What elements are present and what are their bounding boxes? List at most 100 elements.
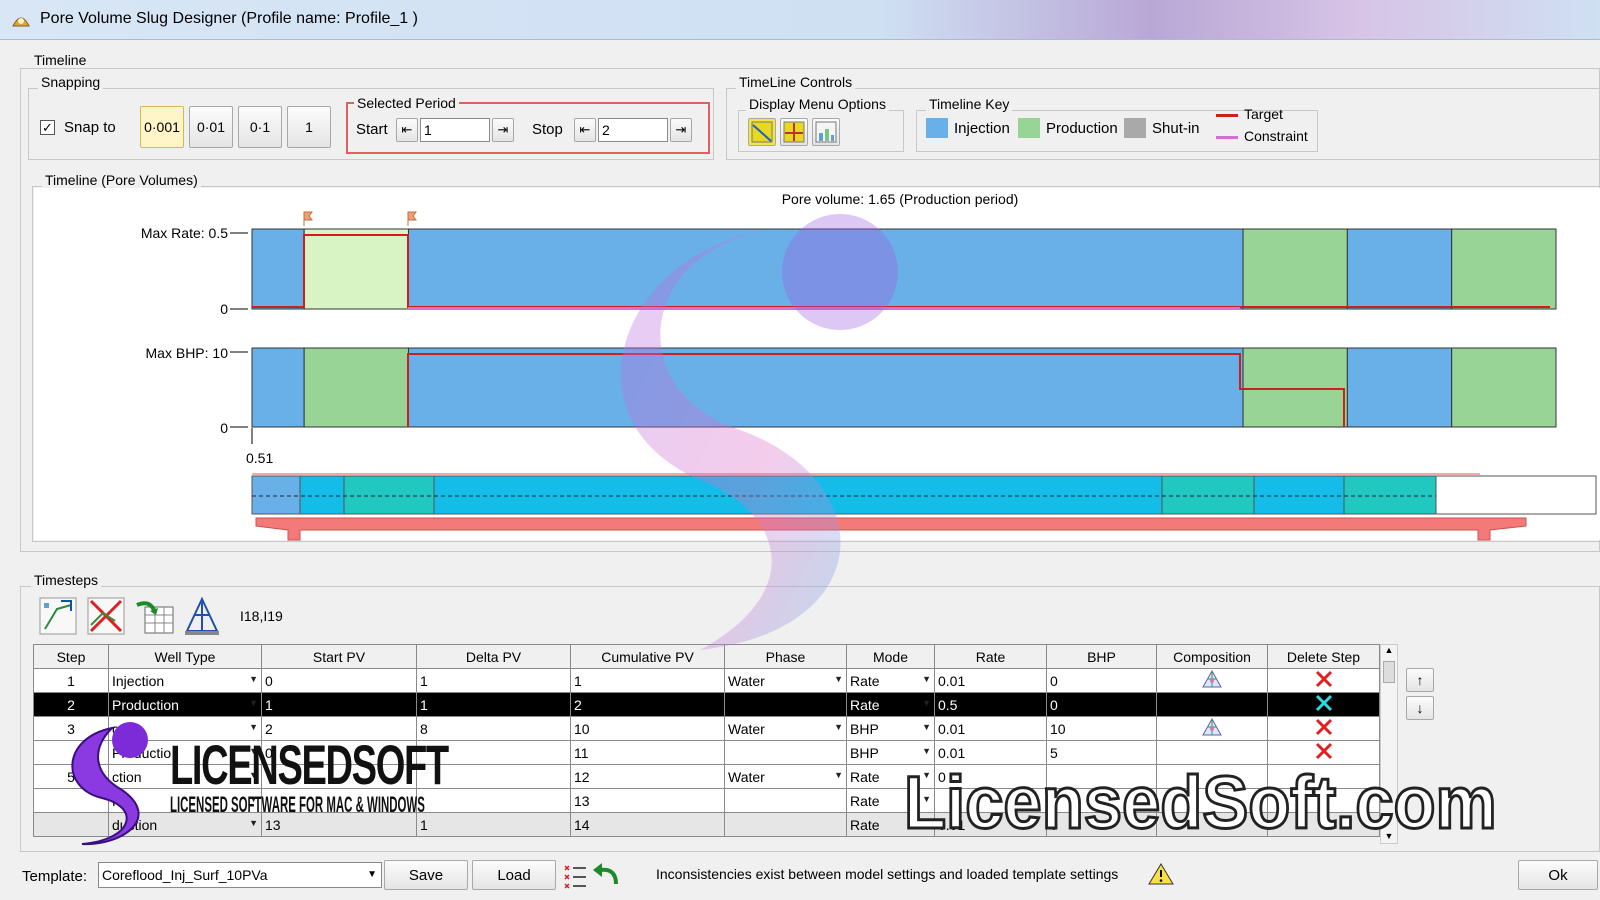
save-button[interactable]: Save xyxy=(384,860,468,890)
delete-step-cell[interactable] xyxy=(1267,740,1380,765)
table-row[interactable]: Productio0 11 BHP0.015 xyxy=(33,740,1380,765)
col-bhp[interactable]: BHP xyxy=(1046,644,1157,669)
col-rate[interactable]: Rate xyxy=(934,644,1047,669)
delete-x-icon[interactable] xyxy=(1314,718,1334,736)
mode-cell[interactable]: BHP xyxy=(846,740,935,765)
timeline-chart[interactable] xyxy=(0,0,1600,560)
mode-cell[interactable]: Rate xyxy=(846,788,935,813)
delta-pv-cell[interactable]: 1 xyxy=(416,812,571,837)
col-step[interactable]: Step xyxy=(33,644,109,669)
delete-steps-button[interactable] xyxy=(84,594,126,636)
start-pv-cell[interactable]: 1 xyxy=(261,692,417,717)
rate-segment[interactable] xyxy=(251,228,305,310)
delta-pv-cell[interactable]: 1 xyxy=(416,692,571,717)
well-type-cell[interactable]: Pro xyxy=(108,788,262,813)
col-composition[interactable]: Composition xyxy=(1156,644,1268,669)
well-type-cell[interactable]: Productio xyxy=(108,740,262,765)
col-mode[interactable]: Mode xyxy=(846,644,935,669)
rate-cell[interactable]: 0.01 xyxy=(934,812,1047,837)
bhp-segment[interactable] xyxy=(1242,347,1348,428)
bhp-segment[interactable] xyxy=(251,347,305,428)
composition-cell[interactable] xyxy=(1156,716,1268,741)
well-type-cell[interactable]: Injection xyxy=(108,668,262,693)
phase-cell[interactable]: Water xyxy=(724,668,847,693)
bhp-cell[interactable] xyxy=(1046,764,1157,789)
start-pv-cell[interactable] xyxy=(261,788,417,813)
rate-segment[interactable] xyxy=(407,228,1244,310)
add-step-button[interactable] xyxy=(36,594,78,636)
start-pv-cell[interactable]: 0 xyxy=(261,740,417,765)
delete-step-cell[interactable] xyxy=(1267,764,1380,789)
composition-cell[interactable] xyxy=(1156,764,1268,789)
col-phase[interactable]: Phase xyxy=(724,644,847,669)
phase-cell[interactable] xyxy=(724,692,847,717)
rate-segment[interactable] xyxy=(303,228,409,310)
mode-cell[interactable]: Rate xyxy=(846,812,935,837)
composition-cell[interactable] xyxy=(1156,788,1268,813)
table-row[interactable]: 3ction2810WaterBHP0.0110 xyxy=(33,716,1380,741)
delete-step-cell[interactable] xyxy=(1267,788,1380,813)
bhp-segment[interactable] xyxy=(303,347,409,428)
delete-step-cell[interactable] xyxy=(1267,668,1380,693)
composition-cell[interactable] xyxy=(1156,740,1268,765)
rate-segment[interactable] xyxy=(1242,228,1348,310)
well-type-cell[interactable]: duction xyxy=(108,812,262,837)
phase-cell[interactable]: Water xyxy=(724,716,847,741)
rate-cell[interactable]: 0.01 xyxy=(934,716,1047,741)
composition-tool-button[interactable] xyxy=(180,594,222,636)
rate-cell[interactable]: 0.01 xyxy=(934,740,1047,765)
phase-cell[interactable] xyxy=(724,788,847,813)
table-row[interactable]: duction13114 Rate0.010 xyxy=(33,812,1380,837)
table-row[interactable]: 5ction 12WaterRate0 xyxy=(33,764,1380,789)
col-start-pv[interactable]: Start PV xyxy=(261,644,417,669)
delta-pv-cell[interactable] xyxy=(416,740,571,765)
col-cumulative-pv[interactable]: Cumulative PV xyxy=(570,644,725,669)
mode-cell[interactable]: Rate xyxy=(846,668,935,693)
overview-scrollbar[interactable] xyxy=(255,517,1527,541)
composition-cell[interactable] xyxy=(1156,812,1268,837)
bhp-track[interactable] xyxy=(251,347,1557,428)
load-button[interactable]: Load xyxy=(472,860,556,890)
rate-segment[interactable] xyxy=(1346,228,1453,310)
template-list-button[interactable] xyxy=(562,860,588,890)
bhp-cell[interactable]: 5 xyxy=(1046,740,1157,765)
start-pv-cell[interactable]: 0 xyxy=(261,668,417,693)
overview-bar[interactable] xyxy=(251,473,1597,515)
bhp-cell[interactable] xyxy=(1046,788,1157,813)
delete-x-icon[interactable] xyxy=(1314,742,1334,760)
col-well-type[interactable]: Well Type xyxy=(108,644,262,669)
phase-cell[interactable] xyxy=(724,812,847,837)
import-table-button[interactable] xyxy=(132,594,174,636)
rate-track[interactable] xyxy=(251,228,1557,310)
phase-cell[interactable] xyxy=(724,740,847,765)
bhp-cell[interactable]: 0 xyxy=(1046,668,1157,693)
bhp-segment[interactable] xyxy=(1451,347,1557,428)
delta-pv-cell[interactable] xyxy=(416,764,571,789)
bhp-cell[interactable]: 0 xyxy=(1046,692,1157,717)
scroll-down-icon[interactable]: ▼ xyxy=(1381,831,1397,841)
rate-cell[interactable]: 0.01 xyxy=(934,668,1047,693)
phase-cell[interactable]: Water xyxy=(724,764,847,789)
delete-step-cell[interactable] xyxy=(1267,812,1380,837)
move-up-button[interactable]: ↑ xyxy=(1406,668,1434,692)
bhp-cell[interactable]: 0 xyxy=(1046,812,1157,837)
table-scrollbar[interactable]: ▲ ▼ xyxy=(1380,644,1398,844)
composition-triangle-icon[interactable] xyxy=(1202,717,1222,736)
delete-x-icon[interactable] xyxy=(1314,670,1334,688)
bhp-segment[interactable] xyxy=(407,347,1244,428)
template-select[interactable]: Coreflood_Inj_Surf_10PVa ▼ xyxy=(98,862,382,888)
bhp-cell[interactable]: 10 xyxy=(1046,716,1157,741)
move-down-button[interactable]: ↓ xyxy=(1406,696,1434,720)
mode-cell[interactable]: Rate xyxy=(846,692,935,717)
rate-cell[interactable]: 0.5 xyxy=(934,692,1047,717)
delete-step-cell[interactable] xyxy=(1267,716,1380,741)
well-type-cell[interactable]: ction xyxy=(108,716,262,741)
rate-cell[interactable]: 0 xyxy=(934,764,1047,789)
table-row[interactable]: 1Injection011WaterRate0.010 xyxy=(33,668,1380,693)
well-type-cell[interactable]: Production xyxy=(108,692,262,717)
well-type-cell[interactable]: ction xyxy=(108,764,262,789)
scroll-up-icon[interactable]: ▲ xyxy=(1381,645,1397,655)
delete-step-cell[interactable] xyxy=(1267,692,1380,717)
composition-triangle-icon[interactable] xyxy=(1202,669,1222,688)
delta-pv-cell[interactable]: 8 xyxy=(416,716,571,741)
